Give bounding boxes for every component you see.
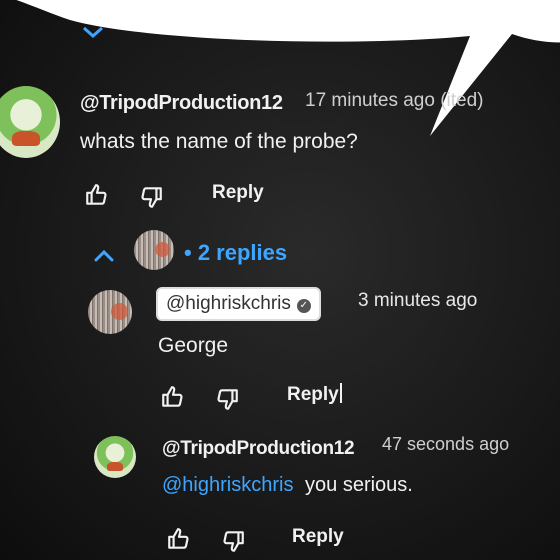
- comment-timestamp[interactable]: 17 minutes ago (ited): [305, 90, 484, 112]
- reply-label: Reply: [287, 384, 339, 405]
- avatar[interactable]: [88, 290, 132, 334]
- author-chip[interactable]: @highriskchris ✓: [156, 287, 321, 321]
- reply-text: George: [158, 334, 229, 357]
- edited-label: ited): [446, 90, 484, 111]
- thumbs-up-icon[interactable]: [166, 526, 192, 552]
- chevron-down-icon: [83, 26, 103, 39]
- replies-avatar: [134, 230, 174, 270]
- replies-count: 2 replies: [197, 240, 288, 265]
- thumbs-up-icon[interactable]: [160, 384, 186, 410]
- mention-link[interactable]: @highriskchris: [162, 474, 293, 496]
- thumbs-down-icon[interactable]: [214, 386, 240, 412]
- avatar[interactable]: [94, 436, 136, 478]
- thumbs-down-icon[interactable]: [220, 528, 246, 554]
- text-cursor: [339, 383, 342, 403]
- speech-bubble-overlay: [16, 0, 560, 136]
- chevron-up-icon[interactable]: [92, 246, 116, 264]
- reply-timestamp[interactable]: 3 minutes ago: [358, 290, 477, 312]
- reply-timestamp[interactable]: 47 seconds ago: [382, 434, 509, 455]
- bullet-separator: •: [184, 240, 192, 265]
- comment-text: whats the name of the probe?: [80, 130, 358, 153]
- avatar[interactable]: [0, 86, 60, 158]
- comment-author[interactable]: @TripodProduction12: [80, 92, 283, 115]
- reply-button[interactable]: Reply: [292, 526, 344, 548]
- reply-author: @highriskchris: [166, 293, 291, 314]
- reply-button[interactable]: Reply: [287, 383, 342, 406]
- thumbs-up-icon[interactable]: [84, 182, 110, 208]
- thumbs-down-icon[interactable]: [138, 184, 164, 210]
- check-circle-icon: ✓: [296, 299, 311, 313]
- comments-section: @TripodProduction12 17 minutes ago (ited…: [0, 0, 560, 560]
- reply-author[interactable]: @TripodProduction12: [162, 438, 355, 460]
- replies-toggle[interactable]: • 2 replies: [184, 240, 287, 266]
- reply-body: you serious.: [305, 474, 413, 496]
- comment-time: 17 minutes ago (: [305, 90, 447, 111]
- reply-text: @highriskchris you serious.: [162, 474, 413, 497]
- reply-button[interactable]: Reply: [212, 182, 264, 204]
